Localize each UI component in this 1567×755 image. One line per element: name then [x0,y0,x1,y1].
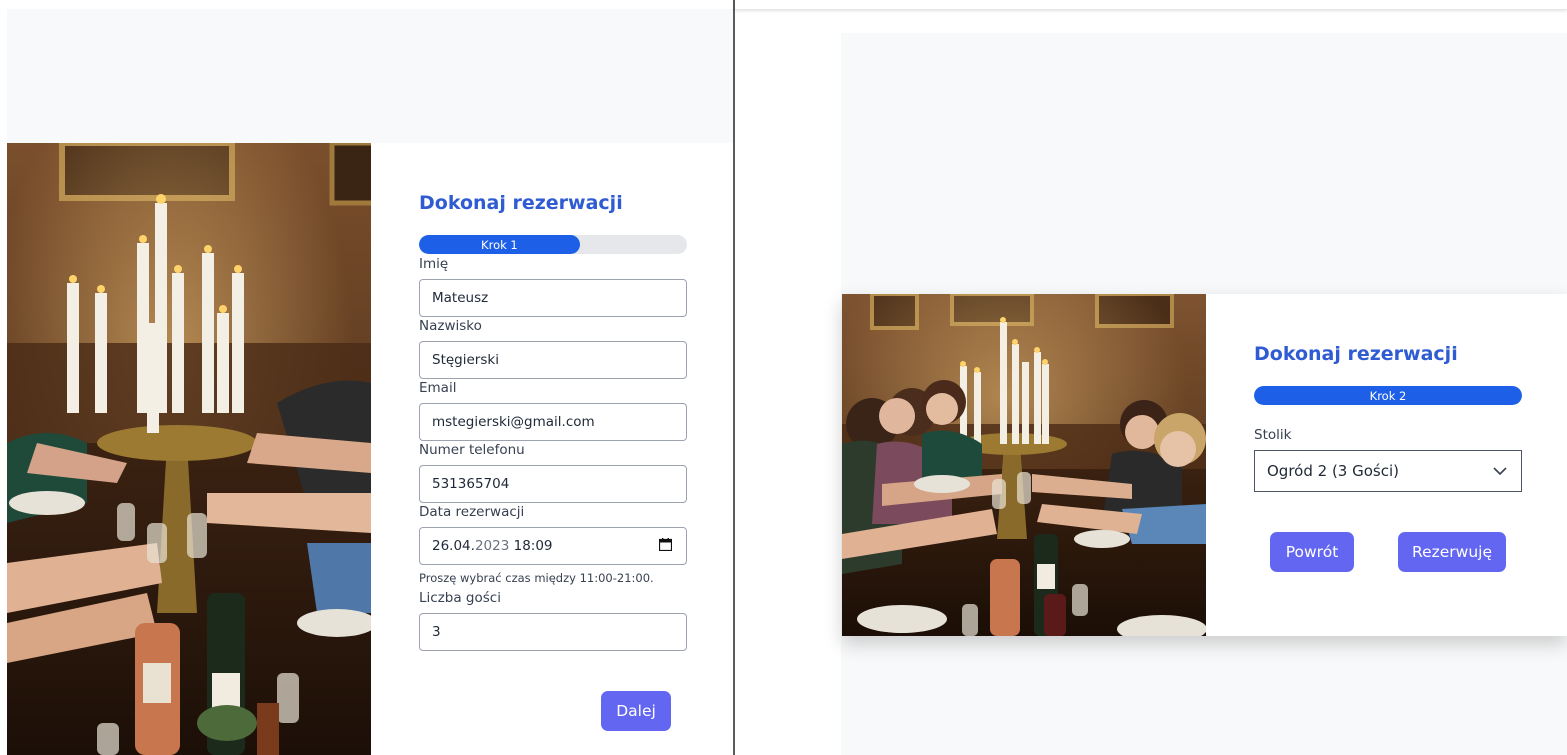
phone-input[interactable]: 531365704 [419,465,687,503]
right-top-bar [735,0,1567,10]
progress-bar: Krok 2 [1254,386,1522,405]
phone-label: Numer telefonu [419,442,525,458]
restaurant-photo [7,143,371,755]
first-name-value: Mateusz [432,290,489,306]
guests-input[interactable]: 3 [419,613,687,651]
email-value: mstegierski@gmail.com [432,414,595,430]
last-name-input[interactable]: Stęgierski [419,341,687,379]
form-title: Dokonaj rezerwacji [419,192,623,214]
progress-label: Krok 1 [481,237,518,252]
datetime-value: 26.04.2023 18:09 [432,538,553,554]
table-select[interactable]: Ogród 2 (3 Gości) [1254,450,1522,492]
table-label: Stolik [1254,427,1292,443]
last-name-label: Nazwisko [419,318,482,334]
progress-bar-fill: Krok 2 [1254,386,1522,405]
back-button[interactable]: Powrót [1270,532,1354,572]
phone-value: 531365704 [432,476,510,492]
window-divider [733,0,735,755]
first-name-input[interactable]: Mateusz [419,279,687,317]
date-label: Data rezerwacji [419,504,525,520]
last-name-value: Stęgierski [432,352,499,368]
chevron-down-icon [1493,462,1507,480]
date-year: 2023 [474,538,510,554]
datetime-input[interactable]: 26.04.2023 18:09 [419,527,687,565]
table-selected-value: Ogród 2 (3 Gości) [1267,462,1399,480]
left-header-band [7,9,734,143]
reserve-button[interactable]: Rezerwuję [1398,532,1506,572]
progress-bar-fill: Krok 1 [419,235,580,254]
date-hint: Proszę wybrać czas między 11:00-21:00. [419,571,654,585]
guests-value: 3 [432,624,441,640]
email-label: Email [419,380,457,396]
time-value: 18:09 [513,538,553,554]
email-input[interactable]: mstegierski@gmail.com [419,403,687,441]
guests-label: Liczba gości [419,590,501,606]
progress-label: Krok 2 [1369,388,1407,403]
date-day-month: 26.04. [432,538,475,554]
form-title: Dokonaj rezerwacji [1254,343,1458,365]
calendar-icon[interactable] [658,537,673,555]
restaurant-photo [842,294,1206,636]
next-button[interactable]: Dalej [601,691,671,731]
first-name-label: Imię [419,256,449,272]
progress-bar: Krok 1 [419,235,687,254]
